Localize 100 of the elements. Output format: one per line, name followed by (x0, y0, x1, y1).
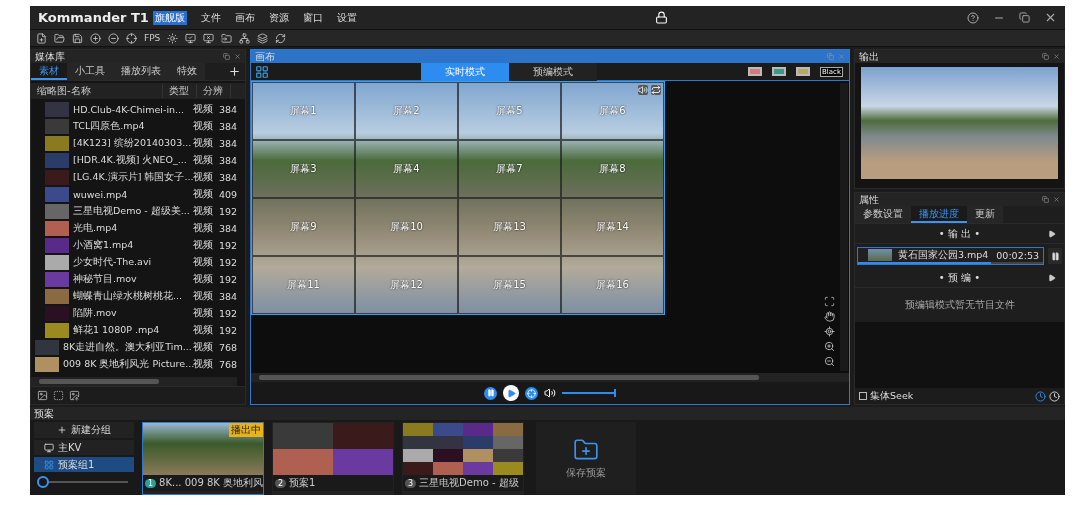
lock-icon[interactable] (655, 11, 669, 24)
hierarchy-icon[interactable] (239, 32, 251, 44)
close-icon[interactable] (1044, 11, 1057, 24)
new-group-button[interactable]: 新建分组 (34, 422, 134, 438)
folder-icon[interactable] (54, 32, 65, 44)
menu-item[interactable]: 设置 (336, 10, 357, 25)
fps-button[interactable]: FPS (144, 33, 161, 43)
screen-cell[interactable]: 屏幕7 (458, 140, 561, 198)
zoom-slider[interactable] (40, 476, 128, 488)
dock-icon[interactable] (1042, 196, 1049, 203)
file-name[interactable]: 小酒窝1.mp4 (69, 239, 193, 252)
screen-cell[interactable]: 屏幕4 (355, 140, 458, 198)
stop-button[interactable] (525, 386, 538, 400)
help-icon[interactable] (967, 11, 979, 24)
menu-item[interactable]: 窗口 (302, 10, 323, 25)
checkbox[interactable] (859, 392, 867, 400)
color-swatch[interactable] (796, 67, 811, 76)
tab[interactable]: 素材 (31, 63, 67, 80)
selection-icon[interactable] (53, 390, 64, 401)
volume-icon[interactable] (544, 387, 556, 399)
repeat-icon[interactable] (651, 85, 661, 95)
menu-item[interactable]: 文件 (200, 10, 221, 25)
monitor-check-icon[interactable] (185, 32, 197, 44)
file-name[interactable]: [4K123] 缤纷20140303... (69, 137, 193, 150)
tab[interactable]: 播放进度 (911, 206, 967, 223)
file-name[interactable]: wuwei.mp4 (69, 189, 193, 200)
monitor-x-icon[interactable] (203, 32, 215, 44)
image-upload-icon[interactable] (69, 390, 80, 401)
clock-icon[interactable] (1035, 390, 1046, 402)
folder-input-icon[interactable] (221, 32, 233, 44)
save-preset-button[interactable]: 保存预案 (536, 422, 636, 494)
play-icon[interactable] (1048, 273, 1056, 282)
preset-card[interactable]: 2 预案1 (272, 422, 394, 495)
file-type: 视频 (193, 154, 214, 167)
file-name[interactable]: TCL四原色.mp4 (69, 120, 193, 133)
screen-label: 屏幕7 (496, 162, 523, 176)
locate-icon[interactable] (824, 326, 835, 337)
scrollbar[interactable] (31, 377, 237, 386)
playing-item[interactable]: 黄石国家公园3.mp4 00:02:53 (857, 247, 1044, 265)
file-name[interactable]: 光电.mp4 (69, 222, 193, 235)
image-icon[interactable] (37, 390, 48, 401)
tab[interactable]: 特效 (169, 63, 205, 80)
menu-item[interactable]: 资源 (268, 10, 289, 25)
file-name[interactable]: 三星电视Demo - 超级美... (69, 205, 193, 218)
zoom-out-icon[interactable] (824, 356, 835, 367)
card-number: 1 (145, 478, 157, 488)
zoom-out-icon[interactable] (108, 32, 119, 44)
restore-icon[interactable] (1019, 12, 1030, 23)
new-file-icon[interactable] (36, 32, 47, 44)
grid-icon[interactable] (255, 64, 269, 79)
pause-button[interactable] (484, 386, 497, 400)
play-icon[interactable] (1048, 229, 1056, 238)
file-name[interactable]: 鲜花1 1080P .mp4 (69, 324, 193, 337)
brightness-icon[interactable] (167, 32, 179, 44)
tab[interactable]: 更新 (967, 206, 1003, 223)
menu-item[interactable]: 画布 (234, 10, 255, 25)
file-name[interactable]: [HDR.4K.视频] 火NEO_... (69, 154, 193, 167)
file-name[interactable]: 8K走进自然。澳大利亚Tim... (59, 341, 193, 354)
file-name[interactable]: 神秘节目.mov (69, 273, 193, 286)
screen-cell[interactable]: 屏幕8 (561, 140, 664, 198)
zoom-in-icon[interactable] (824, 341, 835, 352)
preset-card[interactable]: 3 三星电视Demo - 超级 (402, 422, 524, 495)
close-icon[interactable] (1053, 53, 1060, 60)
file-name[interactable]: 009 8K 奥地利风光 Picture... (59, 358, 193, 371)
screen-cell[interactable]: 屏幕3 (252, 140, 355, 198)
tab[interactable]: 播放列表 (113, 63, 169, 80)
fit-icon[interactable] (824, 296, 835, 307)
play-button[interactable] (503, 385, 519, 401)
file-name[interactable]: 蝴蝶青山绿水桃树桃花... (69, 290, 193, 303)
dock-icon[interactable] (1042, 53, 1049, 60)
file-type: 视频 (193, 171, 214, 184)
group-item[interactable]: 预案组1 (34, 457, 134, 472)
zoom-in-icon[interactable] (90, 32, 101, 44)
save-icon[interactable] (72, 32, 83, 44)
close-icon[interactable] (1053, 196, 1060, 203)
resolution: 768 (219, 342, 239, 353)
refresh-icon[interactable] (275, 32, 287, 44)
video-thumbnail (35, 340, 59, 355)
color-swatch[interactable] (748, 67, 763, 76)
tab[interactable]: 参数设置 (855, 206, 911, 223)
add-icon[interactable] (228, 65, 241, 78)
close-icon[interactable] (234, 53, 241, 60)
hand-icon[interactable] (824, 311, 835, 322)
crosshair-icon[interactable] (126, 32, 137, 44)
pause-button[interactable] (1048, 248, 1062, 264)
video-thumbnail (45, 170, 69, 185)
file-name[interactable]: 少女时代-The.avi (69, 256, 193, 269)
file-name[interactable]: [LG.4K.演示片] 韩国女子... (69, 171, 193, 184)
checkbox-label: 集体Seek (870, 389, 914, 403)
layers-icon[interactable] (257, 32, 269, 44)
color-swatch[interactable] (772, 67, 787, 76)
dock-icon[interactable] (223, 53, 230, 60)
group-item[interactable]: 主KV (34, 440, 134, 455)
scrollbar[interactable] (251, 373, 849, 382)
tab[interactable]: 小工具 (67, 63, 113, 80)
file-name[interactable]: 陷阱.mov (69, 307, 193, 320)
resolution: 384 (219, 121, 239, 132)
file-name[interactable]: HD.Club-4K-Chimei-in... (69, 104, 193, 115)
preset-card[interactable]: 播出中 1 8K... 009 8K 奥地利风 (142, 422, 264, 495)
scrollbar[interactable] (840, 83, 848, 371)
